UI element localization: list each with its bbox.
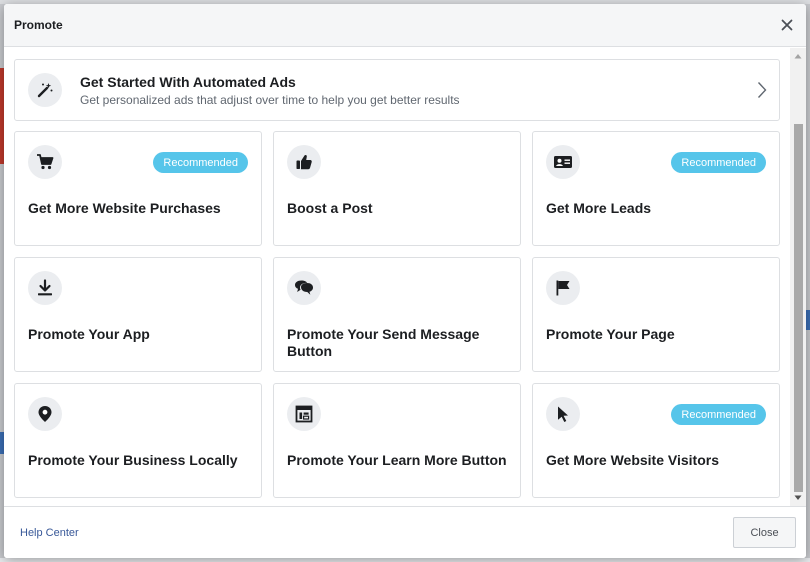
recommended-badge: Recommended xyxy=(153,152,248,173)
option-card-send-message-button[interactable]: Promote Your Send Message Button xyxy=(273,257,521,372)
background-page-accent xyxy=(806,310,810,330)
flag-icon xyxy=(546,271,580,305)
recommended-badge: Recommended xyxy=(671,404,766,425)
option-card-boost-post[interactable]: Boost a Post xyxy=(273,131,521,246)
automated-ads-title: Get Started With Automated Ads xyxy=(80,74,296,90)
option-card-label: Promote Your App xyxy=(28,326,150,342)
scroll-down-arrow-icon[interactable] xyxy=(790,490,806,506)
location-pin-icon xyxy=(28,397,62,431)
browser-window-icon xyxy=(287,397,321,431)
shopping-cart-icon xyxy=(28,145,62,179)
option-card-label: Promote Your Send Message Button xyxy=(287,326,480,359)
close-icon[interactable] xyxy=(778,16,796,34)
automated-ads-subtitle: Get personalized ads that adjust over ti… xyxy=(80,93,460,107)
option-card-label: Boost a Post xyxy=(287,200,373,216)
scrollbar-thumb[interactable] xyxy=(794,124,803,492)
automated-ads-text: Get Started With Automated Ads Get perso… xyxy=(80,74,460,108)
option-card-learn-more-button[interactable]: Promote Your Learn More Button xyxy=(273,383,521,498)
option-card-label: Get More Website Visitors xyxy=(546,452,719,468)
dialog-body: Get Started With Automated Ads Get perso… xyxy=(4,48,790,506)
cursor-icon xyxy=(546,397,580,431)
option-card-website-visitors[interactable]: Recommended Get More Website Visitors xyxy=(532,383,780,498)
option-card-label: Promote Your Page xyxy=(546,326,675,342)
option-card-label: Promote Your Business Locally xyxy=(28,452,238,468)
option-card-leads[interactable]: Recommended Get More Leads xyxy=(532,131,780,246)
magic-wand-icon xyxy=(28,73,62,107)
scroll-up-arrow-icon[interactable] xyxy=(790,48,806,64)
close-button[interactable]: Close xyxy=(733,517,796,548)
background-page-edge xyxy=(0,558,810,562)
automated-ads-option[interactable]: Get Started With Automated Ads Get perso… xyxy=(14,59,780,121)
help-center-link[interactable]: Help Center xyxy=(20,527,79,539)
option-card-label: Get More Website Purchases xyxy=(28,200,221,216)
option-card-promote-page[interactable]: Promote Your Page xyxy=(532,257,780,372)
option-card-label: Get More Leads xyxy=(546,200,652,216)
option-card-business-locally[interactable]: Promote Your Business Locally xyxy=(14,383,262,498)
chat-bubbles-icon xyxy=(287,271,321,305)
recommended-badge: Recommended xyxy=(671,152,766,173)
promote-dialog: Promote Get Started With Automated Ads G… xyxy=(4,4,806,558)
dialog-footer: Help Center Close xyxy=(4,506,806,558)
download-icon xyxy=(28,271,62,305)
chevron-right-icon xyxy=(757,81,767,104)
option-card-label: Promote Your Learn More Button xyxy=(287,452,507,468)
vertical-scrollbar[interactable] xyxy=(790,48,806,506)
option-card-website-purchases[interactable]: Recommended Get More Website Purchases xyxy=(14,131,262,246)
dialog-header: Promote xyxy=(4,4,806,47)
contact-card-icon xyxy=(546,145,580,179)
option-card-promote-app[interactable]: Promote Your App xyxy=(14,257,262,372)
thumbs-up-icon xyxy=(287,145,321,179)
dialog-title: Promote xyxy=(14,18,63,32)
